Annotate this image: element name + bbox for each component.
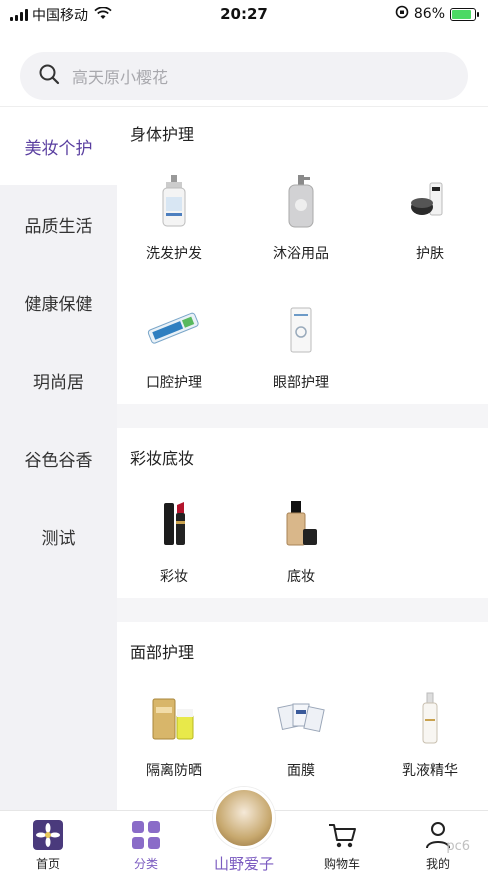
skincare-jar-icon (400, 171, 460, 231)
tab-label: 购物车 (323, 857, 360, 871)
product-category-item[interactable]: 口腔护理 (119, 300, 229, 392)
product-category-item[interactable]: 眼部护理 (246, 300, 356, 392)
watermark-logo: pc6 (446, 839, 470, 854)
product-label: 面膜 (287, 763, 315, 779)
home-flower-icon (32, 819, 64, 851)
product-category-item[interactable]: 底妆 (246, 494, 356, 586)
product-label: 彩妆 (160, 569, 188, 585)
sidebar-item-test[interactable]: 测试 (0, 497, 117, 575)
tab-label: 山野爱子 (213, 855, 274, 873)
tab-label: 我的 (425, 857, 450, 871)
eye-cream-icon (271, 300, 331, 360)
sunscreen-icon (144, 688, 204, 748)
sidebar-item-beauty[interactable]: 美妆个护 (0, 107, 117, 185)
section-divider (117, 404, 488, 428)
sidebar-item-home[interactable]: 玥尚居 (0, 341, 117, 419)
status-right: 86% (395, 5, 479, 23)
toothpaste-icon (144, 300, 204, 360)
battery-icon (450, 7, 479, 21)
product-category-item[interactable]: 洗发护发 (119, 171, 229, 263)
search-input[interactable]: 高天原小樱花 (20, 52, 468, 100)
foundation-bottle-icon (271, 494, 331, 554)
sidebar-item-label: 谷色谷香 (24, 450, 93, 471)
section-divider (117, 598, 488, 622)
tab-home[interactable]: 首页 (8, 811, 88, 874)
sidebar-item-quality-life[interactable]: 品质生活 (0, 185, 117, 263)
cart-icon (326, 819, 358, 851)
product-label: 护肤 (416, 246, 444, 262)
sidebar-item-label: 美妆个护 (24, 138, 93, 159)
tab-label: 首页 (35, 857, 60, 871)
bottom-tab-bar: 首页 分类 山野爱子 购物车 我的 pc6 (0, 787, 488, 874)
tab-cart[interactable]: 购物车 (302, 811, 382, 874)
product-label: 隔离防晒 (146, 763, 202, 779)
product-label: 底妆 (287, 569, 315, 585)
product-category-item[interactable]: 沐浴用品 (246, 171, 356, 263)
serum-bottle-icon (400, 688, 460, 748)
sidebar-item-label: 健康保健 (24, 294, 93, 315)
brand-badge-icon (213, 787, 275, 849)
section-title: 身体护理 (130, 125, 195, 144)
battery-fill (452, 9, 471, 19)
product-category-item[interactable]: 彩妆 (119, 494, 229, 586)
tab-category[interactable]: 分类 (106, 811, 186, 874)
category-sidebar: 美妆个护 品质生活 健康保健 玥尚居 谷色谷香 测试 (0, 107, 117, 810)
product-category-item[interactable]: 乳液精华 (375, 688, 485, 780)
sidebar-item-health[interactable]: 健康保健 (0, 263, 117, 341)
orientation-lock-icon (395, 5, 409, 23)
battery-percent: 86% (413, 6, 445, 22)
shampoo-bottle-icon (144, 171, 204, 231)
bodywash-bottle-icon (271, 171, 331, 231)
product-category-item[interactable]: 护肤 (375, 171, 485, 263)
sidebar-item-label: 测试 (41, 528, 76, 549)
product-category-item[interactable]: 隔离防晒 (119, 688, 229, 780)
product-label: 洗发护发 (146, 246, 202, 262)
section-title: 面部护理 (130, 643, 195, 662)
sidebar-item-label: 玥尚居 (33, 372, 84, 393)
category-content: 身体护理 洗发护发 沐浴用品 护肤 口腔护理 眼部护理 彩妆底妆 彩妆 底妆 面… (117, 107, 488, 810)
section-title: 彩妆底妆 (130, 449, 195, 468)
lipstick-icon (144, 494, 204, 554)
sidebar-item-grain[interactable]: 谷色谷香 (0, 419, 117, 497)
product-label: 乳液精华 (402, 763, 458, 779)
status-bar: 中国移动 20:27 86% (0, 0, 488, 30)
category-grid-icon (130, 819, 162, 851)
product-label: 沐浴用品 (273, 246, 329, 262)
tab-label: 分类 (133, 857, 158, 871)
search-placeholder: 高天原小樱花 (72, 68, 169, 87)
product-label: 眼部护理 (273, 375, 329, 391)
sidebar-item-label: 品质生活 (24, 216, 93, 237)
product-label: 口腔护理 (146, 375, 202, 391)
face-mask-icon (271, 688, 331, 748)
search-icon (38, 63, 60, 89)
product-category-item[interactable]: 面膜 (246, 688, 356, 780)
